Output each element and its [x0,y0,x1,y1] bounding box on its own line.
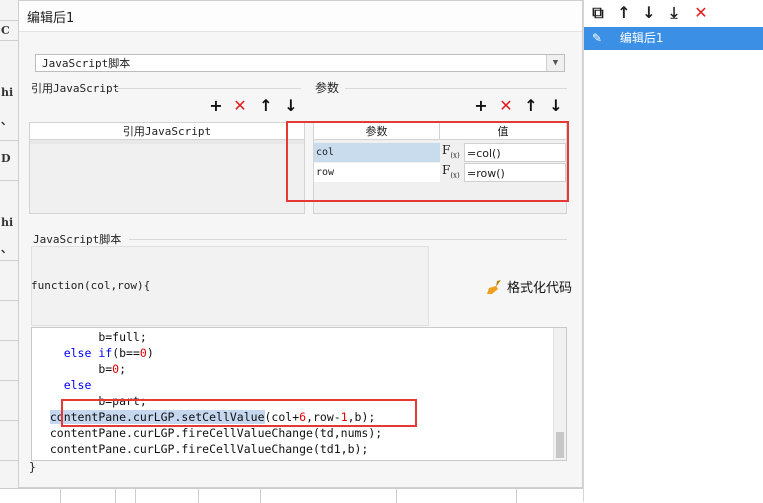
delete-icon[interactable]: ✕ [231,97,249,115]
background-glyph: 、 [1,242,12,255]
divider [345,88,567,89]
background-glyph: D [1,152,11,165]
add-icon[interactable]: + [207,97,225,115]
edit-event-dialog: 编辑后1 JavaScript脚本 ▼ 引用JavaScript 引用JavaS… [18,0,583,488]
dialog-title: 编辑后1 [27,11,75,26]
event-list-item[interactable]: ✎ 编辑后1 [584,27,763,50]
function-closing-brace: } [29,460,36,474]
chevron-down-icon[interactable]: ▼ [546,55,564,71]
highlight-box-code [61,399,417,427]
move-down-icon[interactable]: ↓ [282,97,300,115]
code-line: b=0; [98,362,127,376]
code-line: b=full; [98,330,147,344]
background-sheet-strip: C hi 、 D hi 、 [0,0,19,502]
highlight-box-params [286,121,569,202]
event-type-value: JavaScript脚本 [42,57,131,70]
divider [129,239,567,240]
event-list-item-label: 编辑后1 [619,31,664,45]
divider [115,88,301,89]
code-line: else [63,378,92,392]
background-glyph: hi [1,86,14,99]
code-line: contentPane.curLGP.fireCellValueChange(t… [49,442,369,456]
background-glyph: C [1,24,10,37]
dialog-titlebar [19,1,582,32]
background-glyph: hi [1,216,14,229]
event-list-panel: ⧉ ↑ ↓ ⤓ ✕ ✎ 编辑后1 [583,0,763,502]
delete-icon[interactable]: ✕ [497,97,515,115]
format-code-button[interactable]: 格式化代码 [487,277,572,296]
code-line: else if(b==0) [63,346,154,360]
move-up-icon[interactable]: ↑ [257,97,275,115]
move-up-icon[interactable]: ↑ [614,3,634,23]
editor-scrollbar[interactable] [553,328,566,460]
broom-icon [487,280,501,294]
background-sheet-grid [0,488,583,503]
background-glyph: 、 [1,114,12,127]
ref-js-table[interactable]: 引用JavaScript [29,122,305,214]
copy-icon[interactable]: ⧉ [588,3,608,23]
move-to-bottom-icon[interactable]: ⤓ [664,3,684,23]
scrollbar-thumb[interactable] [556,432,564,458]
delete-icon[interactable]: ✕ [691,3,711,23]
pencil-icon: ✎ [591,31,603,45]
ref-js-column-header: 引用JavaScript [30,123,304,140]
move-down-icon[interactable]: ↓ [639,3,659,23]
code-editor[interactable]: b=full; else if(b==0) b=0; else b=part; … [31,327,567,461]
format-code-label: 格式化代码 [507,281,573,296]
params-title: 参数 [315,81,340,95]
code-line: contentPane.curLGP.fireCellValueChange(t… [49,426,383,440]
move-up-icon[interactable]: ↑ [522,97,540,115]
event-type-select[interactable]: JavaScript脚本 ▼ [35,54,565,72]
move-down-icon[interactable]: ↓ [547,97,565,115]
js-script-title: JavaScript脚本 [33,233,122,246]
ref-js-title: 引用JavaScript [31,82,120,95]
add-icon[interactable]: + [472,97,490,115]
function-signature: function(col,row){ [31,279,151,292]
